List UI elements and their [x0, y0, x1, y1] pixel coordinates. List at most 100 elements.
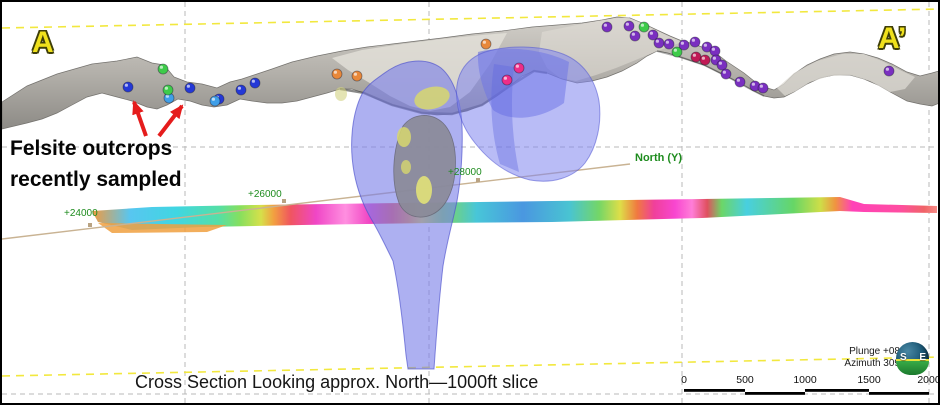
section-scene [2, 2, 940, 405]
sample-point-green[interactable] [639, 22, 649, 32]
sample-point-highlight [704, 44, 707, 47]
sample-point-highlight [504, 77, 507, 80]
alteration-patch [401, 160, 411, 174]
sample-point-highlight [712, 48, 715, 51]
felsite-note-line2: recently sampled [10, 164, 182, 195]
sample-point-crimson[interactable] [700, 55, 710, 65]
sample-point-highlight [674, 49, 677, 52]
plunge-value: Plunge +08 [810, 346, 900, 358]
sample-point-highlight [737, 79, 740, 82]
sample-point-green[interactable] [158, 64, 168, 74]
alteration-patch [397, 127, 411, 147]
axis-tick-label: +24000 [64, 208, 98, 219]
scale-bar-segment [745, 392, 805, 395]
alteration-patch [335, 87, 347, 101]
terrain-right-hill-face [777, 54, 915, 96]
sample-point-purple[interactable] [690, 37, 700, 47]
sample-point-purple[interactable] [664, 39, 674, 49]
scale-bar-label: 0 [681, 374, 687, 386]
scale-bar-label: 500 [736, 374, 754, 386]
sample-point-highlight [650, 32, 653, 35]
sample-point-highlight [125, 84, 128, 87]
sample-point-highlight [702, 57, 705, 60]
sample-point-purple[interactable] [717, 60, 727, 70]
sample-point-highlight [516, 65, 519, 68]
north-axis-tick [476, 178, 480, 182]
sample-point-orange[interactable] [332, 69, 342, 79]
sample-point-green[interactable] [163, 85, 173, 95]
sample-point-highlight [760, 85, 763, 88]
sample-point-purple[interactable] [654, 38, 664, 48]
sample-point-highlight [656, 40, 659, 43]
sample-point-purple[interactable] [758, 83, 768, 93]
sample-point-highlight [886, 68, 889, 71]
sample-point-highlight [719, 62, 722, 65]
sample-point-highlight [160, 66, 163, 69]
felsite-note: Felsite outcrops recently sampled [10, 133, 182, 195]
sample-point-highlight [692, 39, 695, 42]
section-label-a-prime: A’ [878, 24, 906, 54]
sample-point-highlight [626, 23, 629, 26]
north-axis-label: North (Y) [635, 152, 682, 164]
orientation-compass-globe[interactable]: S E [896, 342, 929, 375]
sample-point-highlight [252, 80, 255, 83]
sample-point-highlight [354, 73, 357, 76]
alteration-patch [416, 176, 432, 204]
azimuth-value: Azimuth 309 [810, 358, 900, 370]
scale-bar-label: 1000 [793, 374, 816, 386]
sample-point-highlight [723, 71, 726, 74]
sample-point-purple[interactable] [710, 46, 720, 56]
north-axis-tick [88, 223, 92, 227]
sample-point-highlight [212, 98, 215, 101]
sample-point-purple[interactable] [679, 40, 689, 50]
sample-point-pink[interactable] [514, 63, 524, 73]
annotation-arrow [134, 102, 146, 136]
sample-point-blue[interactable] [123, 82, 133, 92]
section-caption: Cross Section Looking approx. North—1000… [135, 372, 535, 393]
sample-point-highlight [713, 57, 716, 60]
sample-point-highlight [165, 87, 168, 90]
sample-point-blue[interactable] [250, 78, 260, 88]
sample-point-purple[interactable] [602, 22, 612, 32]
felsite-note-line1: Felsite outcrops [10, 133, 182, 164]
sample-point-pink[interactable] [502, 75, 512, 85]
sample-point-purple[interactable] [721, 69, 731, 79]
sample-point-highlight [752, 83, 755, 86]
compass-east-label: E [919, 352, 926, 363]
cross-section-viewport: A A’ Felsite outcrops recently sampled C… [0, 0, 940, 405]
sample-point-highlight [187, 85, 190, 88]
sample-point-highlight [238, 87, 241, 90]
axis-tick-label: +28000 [448, 167, 482, 178]
scale-bar-label: 2000 [917, 374, 940, 386]
scale-bar-segment [869, 392, 929, 395]
section-label-a: A [32, 28, 54, 58]
sample-point-blue[interactable] [185, 83, 195, 93]
sample-point-purple[interactable] [735, 77, 745, 87]
sample-point-orange[interactable] [481, 39, 491, 49]
sample-point-highlight [334, 71, 337, 74]
scale-bar-label: 1500 [857, 374, 880, 386]
sample-point-highlight [604, 24, 607, 27]
geophysics-slice [92, 197, 937, 233]
sample-point-highlight [693, 54, 696, 57]
scale-bar-segment [684, 389, 745, 392]
sample-point-purple[interactable] [624, 21, 634, 31]
grid-line-yellow [2, 9, 940, 28]
sample-point-highlight [681, 42, 684, 45]
north-axis-tick [282, 199, 286, 203]
sample-point-lightblue[interactable] [210, 96, 220, 106]
annotation-arrow [159, 106, 182, 136]
sample-point-crimson[interactable] [691, 52, 701, 62]
compass-south-label: S [900, 352, 907, 363]
sample-point-highlight [641, 24, 644, 27]
axis-tick-label: +26000 [248, 189, 282, 200]
sample-point-purple[interactable] [884, 66, 894, 76]
felsite-right-lobe [457, 47, 600, 181]
sample-point-orange[interactable] [352, 71, 362, 81]
sample-point-highlight [483, 41, 486, 44]
sample-point-highlight [632, 33, 635, 36]
view-orientation-info: Plunge +08 Azimuth 309 [810, 346, 900, 370]
scale-bar-segment [805, 389, 869, 392]
sample-point-purple[interactable] [630, 31, 640, 41]
sample-point-blue[interactable] [236, 85, 246, 95]
